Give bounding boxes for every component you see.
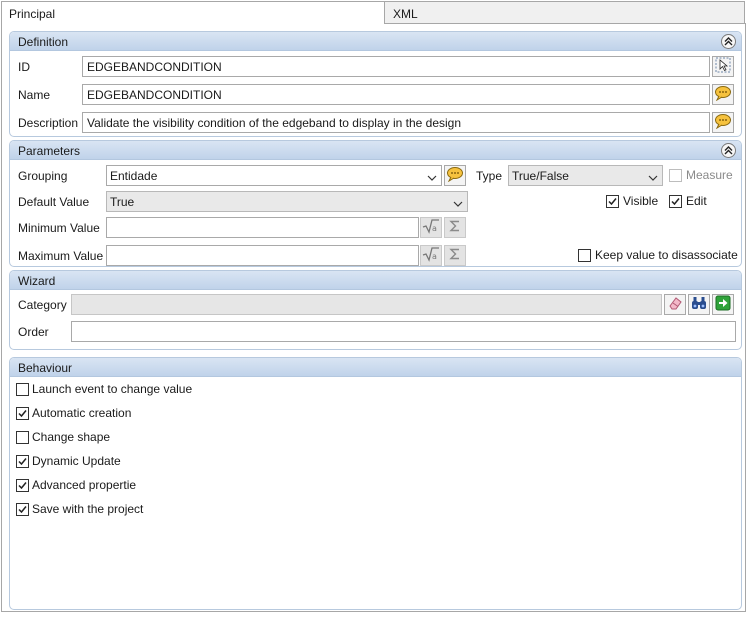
- double-chevron-up-icon[interactable]: [721, 34, 736, 49]
- edit-checkbox[interactable]: [669, 195, 682, 208]
- min-sum-button[interactable]: [444, 217, 466, 238]
- checkmark-icon: [18, 482, 27, 490]
- go-category-button[interactable]: [712, 294, 734, 315]
- dynamic-update-checkbox[interactable]: [16, 455, 29, 468]
- find-category-button[interactable]: [688, 294, 710, 315]
- default-value-select[interactable]: True: [106, 191, 468, 212]
- grouping-value: Entidade: [110, 169, 158, 183]
- order-field[interactable]: [71, 321, 736, 342]
- cursor-select-icon: [715, 57, 731, 76]
- behaviour-header: Behaviour: [10, 358, 741, 377]
- id-label: ID: [18, 60, 30, 74]
- max-sum-button[interactable]: [444, 245, 466, 266]
- chevron-down-icon: [427, 171, 437, 181]
- maximum-value-field[interactable]: [106, 245, 419, 266]
- name-label: Name: [18, 88, 51, 102]
- edit-label: Edit: [686, 194, 707, 208]
- behaviour-item-label: Automatic creation: [32, 406, 132, 420]
- chevron-down-icon: [648, 171, 658, 181]
- name-field[interactable]: EDGEBANDCONDITION: [82, 84, 710, 105]
- description-label: Description: [18, 116, 79, 130]
- definition-header: Definition: [10, 32, 741, 51]
- advanced-propertie-checkbox[interactable]: [16, 479, 29, 492]
- type-select[interactable]: True/False: [508, 165, 663, 186]
- category-field[interactable]: [71, 294, 662, 315]
- minimum-value-field[interactable]: [106, 217, 419, 238]
- visible-label: Visible: [623, 194, 659, 208]
- behaviour-item-label: Change shape: [32, 430, 111, 444]
- grouping-translate-button[interactable]: [444, 165, 466, 186]
- sigma-icon: [449, 248, 461, 263]
- speech-bubble-icon: [714, 113, 732, 132]
- measure-checkbox[interactable]: [669, 169, 682, 182]
- behaviour-item-label: Dynamic Update: [32, 454, 121, 468]
- checkmark-icon: [18, 410, 27, 418]
- square-root-icon: a: [422, 246, 440, 265]
- change-shape-checkbox[interactable]: [16, 431, 29, 444]
- definition-title: Definition: [18, 35, 69, 49]
- svg-text:a: a: [432, 252, 437, 261]
- eraser-icon: [667, 295, 683, 314]
- type-label: Type: [476, 169, 503, 183]
- name-translate-button[interactable]: [712, 84, 734, 105]
- sigma-icon: [449, 220, 461, 235]
- maximum-value-label: Maximum Value: [18, 249, 104, 263]
- checkmark-icon: [671, 198, 680, 206]
- speech-bubble-icon: [446, 166, 464, 185]
- chevron-down-icon: [453, 197, 463, 207]
- category-label: Category: [18, 298, 67, 312]
- id-select-button[interactable]: [712, 56, 734, 77]
- measure-label: Measure: [686, 168, 733, 182]
- description-field[interactable]: Validate the visibility condition of the…: [82, 112, 710, 133]
- binoculars-icon: [691, 296, 707, 313]
- clear-category-button[interactable]: [664, 294, 686, 315]
- checkmark-icon: [18, 458, 27, 466]
- keep-value-label: Keep value to disassociate: [595, 248, 738, 262]
- svg-text:a: a: [432, 224, 437, 233]
- wizard-title: Wizard: [18, 274, 56, 288]
- grouping-label: Grouping: [18, 169, 68, 183]
- tab-principal[interactable]: Principal: [1, 1, 385, 24]
- id-field[interactable]: EDGEBANDCONDITION: [82, 56, 710, 77]
- default-value: True: [110, 195, 135, 209]
- checkmark-icon: [18, 506, 27, 514]
- behaviour-title: Behaviour: [18, 361, 73, 375]
- speech-bubble-icon: [714, 85, 732, 104]
- behaviour-item-label: Launch event to change value: [32, 382, 193, 396]
- min-formula-button[interactable]: a: [420, 217, 442, 238]
- square-root-icon: a: [422, 218, 440, 237]
- automatic-creation-checkbox[interactable]: [16, 407, 29, 420]
- parameters-header: Parameters: [10, 141, 741, 160]
- save-with-project-checkbox[interactable]: [16, 503, 29, 516]
- type-value: True/False: [512, 169, 569, 183]
- max-formula-button[interactable]: a: [420, 245, 442, 266]
- parameters-title: Parameters: [18, 144, 81, 158]
- minimum-value-label: Minimum Value: [18, 221, 100, 235]
- behaviour-item-label: Advanced propertie: [32, 478, 137, 492]
- behaviour-item-label: Save with the project: [32, 502, 144, 516]
- visible-checkbox[interactable]: [606, 195, 619, 208]
- grouping-select[interactable]: Entidade: [106, 165, 442, 186]
- order-label: Order: [18, 325, 49, 339]
- default-value-label: Default Value: [18, 195, 90, 209]
- wizard-header: Wizard: [10, 271, 741, 290]
- checkmark-icon: [608, 198, 617, 206]
- double-chevron-up-icon[interactable]: [721, 143, 736, 158]
- green-arrow-icon: [715, 295, 731, 314]
- tab-xml[interactable]: XML: [384, 1, 745, 23]
- keep-value-checkbox[interactable]: [578, 249, 591, 262]
- launch-event-checkbox[interactable]: [16, 383, 29, 396]
- tab-bar: Principal XML: [0, 0, 753, 24]
- description-translate-button[interactable]: [712, 112, 734, 133]
